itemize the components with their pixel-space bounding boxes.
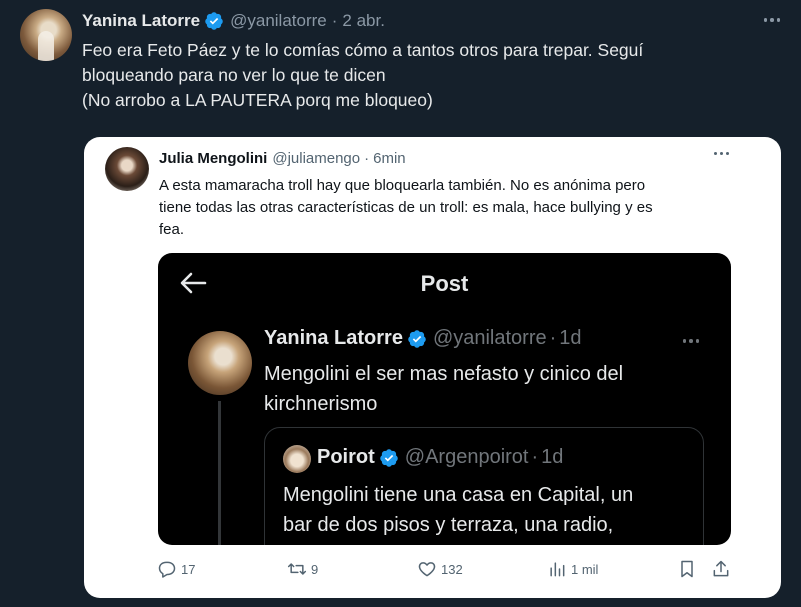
quote-text-line: A esta mamaracha troll hay que bloquearl… xyxy=(159,177,646,194)
tweet-text-line: bloqueando para no ver lo que te dicen xyxy=(82,65,386,85)
quote-avatar[interactable] xyxy=(105,147,149,191)
quote-date[interactable]: 6min xyxy=(373,150,406,167)
verified-badge-icon xyxy=(408,329,426,348)
views-button[interactable]: 1 mil xyxy=(547,559,598,579)
embedded-screenshot[interactable]: Post Yanina Latorre @yanilatorre · 1d Me… xyxy=(158,253,731,545)
quote-author-name[interactable]: Julia Mengolini xyxy=(159,150,267,167)
author-name[interactable]: Yanina Latorre xyxy=(82,11,200,31)
screenshot-avatar xyxy=(188,331,252,395)
tweet-date[interactable]: 2 abr. xyxy=(342,11,385,31)
screenshot-top-bar: Post xyxy=(158,253,731,313)
quote-author-handle[interactable]: @juliamengo xyxy=(272,150,360,167)
separator: · xyxy=(531,446,539,468)
inner-quote-date: 1d xyxy=(541,446,564,468)
screenshot-date: 1d xyxy=(559,327,582,349)
inner-quoted-post: Poirot @Argenpoirot · 1d Mengolini tiene… xyxy=(264,427,704,545)
reply-count: 17 xyxy=(181,561,196,577)
quote-more-icon[interactable] xyxy=(714,152,729,155)
tweet-text: Feo era Feto Páez y te lo comías cómo a … xyxy=(82,38,782,113)
tweet-text-line: (No arrobo a LA PAUTERA porq me bloqueo) xyxy=(82,90,433,110)
inner-quote-author-handle: @Argenpoirot xyxy=(404,446,529,468)
separator: · xyxy=(364,150,370,167)
screenshot-author-name: Yanina Latorre xyxy=(264,327,403,349)
bookmark-icon xyxy=(681,560,693,578)
inner-quote-text-line: Mengolini tiene una casa en Capital, un xyxy=(283,484,634,506)
quote-text-line: fea. xyxy=(159,221,185,238)
share-button[interactable] xyxy=(711,559,731,579)
separator: · xyxy=(331,11,338,30)
share-icon xyxy=(713,560,729,577)
more-icon[interactable] xyxy=(761,12,783,28)
reply-button[interactable]: 17 xyxy=(157,559,195,579)
author-handle[interactable]: @yanilatorre xyxy=(230,11,327,31)
like-icon xyxy=(418,562,436,577)
avatar[interactable] xyxy=(20,9,72,61)
quote-header: Julia Mengolini @juliamengo · 6min xyxy=(159,150,406,167)
like-button[interactable]: 132 xyxy=(417,559,463,579)
inner-quote-header: Poirot @Argenpoirot · 1d xyxy=(317,446,563,469)
quote-text: A esta mamaracha troll hay que bloquearl… xyxy=(159,175,739,241)
verified-badge-icon xyxy=(205,12,223,30)
screenshot-header: Yanina Latorre @yanilatorre · 1d xyxy=(264,327,582,350)
reply-icon xyxy=(158,561,176,578)
views-count: 1 mil xyxy=(571,561,599,577)
tweet-text-line: Feo era Feto Páez y te lo comías cómo a … xyxy=(82,40,644,60)
inner-quote-avatar xyxy=(283,445,311,473)
screenshot-more-icon xyxy=(682,339,699,343)
tweet[interactable]: Yanina Latorre @yanilatorre · 2 abr. Feo… xyxy=(0,0,801,607)
screenshot-text-line: Mengolini el ser mas nefasto y cinico de… xyxy=(264,363,624,385)
separator: · xyxy=(549,327,557,349)
tweet-header: Yanina Latorre @yanilatorre · 2 abr. xyxy=(82,9,385,33)
screenshot-title: Post xyxy=(420,271,469,296)
views-icon xyxy=(550,562,565,577)
like-count: 132 xyxy=(441,561,463,577)
verified-badge-icon xyxy=(380,448,398,467)
screenshot-author-handle: @yanilatorre xyxy=(432,327,547,349)
inner-quote-text-line: bar de dos pisos y terraza, una radio, xyxy=(283,514,614,536)
thread-line xyxy=(218,401,221,545)
inner-quote-text: Mengolini tiene una casa en Capital, un … xyxy=(283,480,633,540)
retweet-button[interactable]: 9 xyxy=(287,559,318,579)
retweet-count: 9 xyxy=(311,561,319,577)
action-bar: 17 9 132 1 mil xyxy=(84,555,781,585)
quoted-tweet[interactable]: Julia Mengolini @juliamengo · 6min A est… xyxy=(84,137,781,598)
quote-text-line: tiene todas las otras características de… xyxy=(159,199,653,216)
inner-quote-author-name: Poirot xyxy=(317,446,375,468)
screenshot-text-line: kirchnerismo xyxy=(264,393,378,415)
screenshot-text: Mengolini el ser mas nefasto y cinico de… xyxy=(264,359,623,419)
retweet-icon xyxy=(287,563,307,575)
bookmark-button[interactable] xyxy=(677,559,697,579)
